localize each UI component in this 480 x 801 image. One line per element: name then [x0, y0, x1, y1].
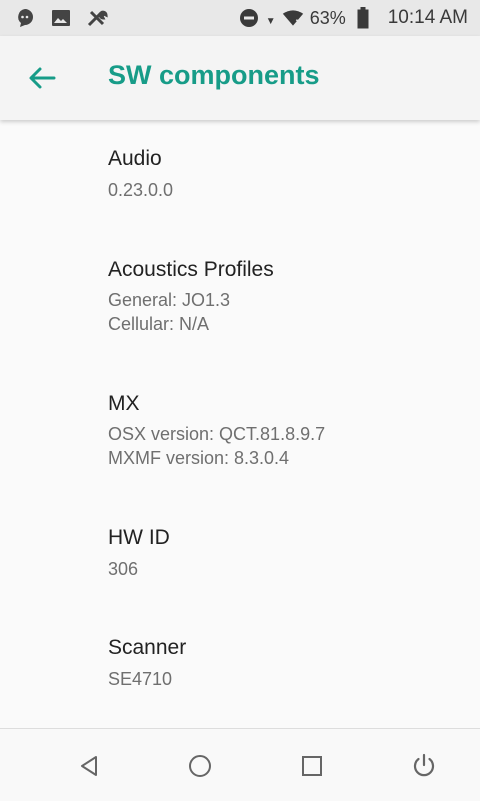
nav-recents-button[interactable]: [295, 749, 329, 783]
list-item-hw-id[interactable]: HW ID 306: [108, 526, 170, 581]
image-icon: [50, 7, 72, 29]
notification-icons: [14, 7, 108, 29]
chat-bubble-icon: [14, 7, 36, 29]
item-detail: General: JO1.3: [108, 290, 231, 310]
page-title: SW components: [108, 60, 320, 90]
recents-square-icon: [302, 756, 322, 776]
item-detail: 306: [108, 559, 139, 579]
tools-icon: [86, 7, 108, 29]
list-item-acoustics-profiles[interactable]: Acoustics Profiles General: JO1.3 Cellul…: [108, 258, 274, 336]
list-item-mx[interactable]: MX OSX version: QCT.81.8.9.7 MXMF versio…: [108, 392, 325, 470]
item-title: Acoustics Profiles: [108, 258, 274, 281]
item-title: Audio: [108, 147, 162, 170]
nav-home-button[interactable]: [183, 749, 217, 783]
nav-back-button[interactable]: [72, 749, 106, 783]
system-nav-bar: [0, 728, 480, 801]
item-detail: Cellular: N/A: [108, 314, 210, 334]
nav-power-button[interactable]: [407, 749, 441, 783]
arrow-left-icon: [29, 67, 56, 89]
list-item-audio[interactable]: Audio 0.23.0.0: [108, 147, 173, 202]
wifi-icon: [282, 7, 304, 29]
system-status: ▼ 63% 10:14 AM: [238, 0, 468, 36]
item-detail: MXMF version: 8.3.0.4: [108, 448, 290, 468]
item-title: Scanner: [108, 636, 187, 659]
home-circle-icon: [189, 755, 211, 777]
item-title: MX: [108, 392, 140, 415]
power-icon: [413, 753, 435, 777]
item-detail: SE4710: [108, 669, 173, 689]
item-detail: 0.23.0.0: [108, 180, 174, 200]
battery-percent: 63%: [309, 7, 346, 28]
battery-icon: [352, 7, 374, 29]
do-not-disturb-icon: [238, 7, 260, 29]
app-toolbar: SW components: [0, 36, 480, 120]
back-triangle-icon: [81, 756, 97, 776]
clock: 10:14 AM: [387, 7, 468, 28]
signal-triangle-icon: ▼: [265, 15, 276, 27]
status-bar: ▼ 63% 10:14 AM: [0, 0, 480, 36]
item-detail: OSX version: QCT.81.8.9.7: [108, 424, 326, 444]
back-button[interactable]: [22, 58, 62, 98]
list-item-scanner[interactable]: Scanner SE4710: [108, 636, 186, 691]
item-title: HW ID: [108, 526, 170, 549]
